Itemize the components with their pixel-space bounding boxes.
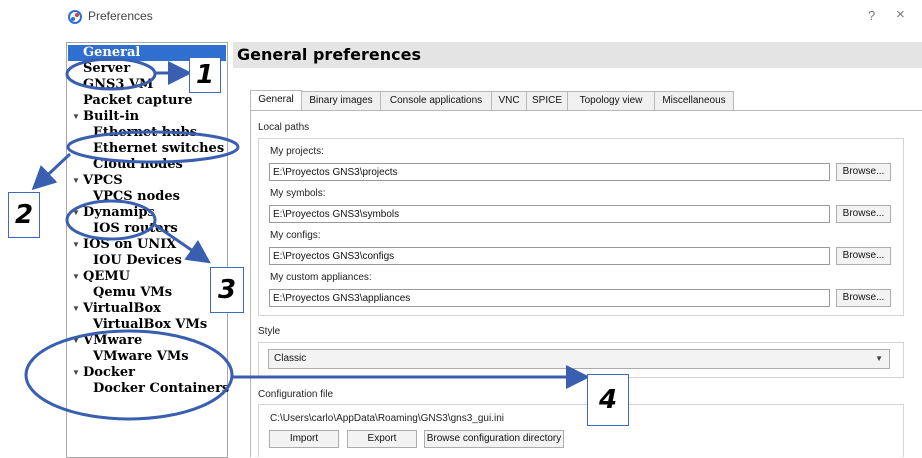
sidebar-item-virtualbox[interactable]: VirtualBox	[83, 301, 161, 317]
tab-general[interactable]: General	[250, 90, 302, 110]
tab-binary-images[interactable]: Binary images	[301, 91, 381, 110]
sidebar-item-gns3-vm[interactable]: GNS3 VM	[83, 77, 153, 93]
callout-4: 4	[587, 374, 629, 426]
sidebar-item-ethernet-hubs[interactable]: Ethernet hubs	[93, 125, 197, 141]
sidebar-item-ios-on-unix[interactable]: IOS on UNIX	[83, 237, 176, 253]
expand-triangle-icon[interactable]: ▼	[72, 301, 80, 317]
style-select-value: Classic	[274, 353, 307, 364]
browse-symbols-button[interactable]: Browse...	[836, 205, 891, 223]
browse-configuration-directory-button[interactable]: Browse configuration directory	[424, 430, 564, 448]
window-title: Preferences	[88, 9, 153, 23]
sidebar-item-docker[interactable]: Docker	[83, 365, 135, 381]
import-button[interactable]: Import	[269, 430, 339, 448]
my-custom-appliances-label: My custom appliances:	[270, 272, 372, 283]
title-bar: Preferences ? ×	[0, 0, 922, 34]
sidebar-item-iou-devices[interactable]: IOU Devices	[93, 253, 182, 269]
tab-spice[interactable]: SPICE	[526, 91, 568, 110]
my-projects-label: My projects:	[270, 146, 324, 157]
tab-console-applications[interactable]: Console applications	[380, 91, 492, 110]
sidebar-item-qemu[interactable]: QEMU	[83, 269, 130, 285]
callout-1: 1	[189, 57, 221, 93]
gns3-logo-icon	[68, 10, 82, 24]
sidebar-item-ethernet-switches[interactable]: Ethernet switches	[93, 141, 224, 157]
my-projects-input[interactable]: E:\Proyectos GNS3\projects	[269, 163, 830, 181]
my-symbols-label: My symbols:	[270, 188, 326, 199]
callout-3: 3	[210, 267, 244, 313]
expand-triangle-icon[interactable]: ▼	[72, 205, 80, 221]
sidebar-item-built-in[interactable]: Built-in	[83, 109, 139, 125]
my-configs-label: My configs:	[270, 230, 321, 241]
preferences-sidebar: General Server GNS3 VM Packet capture ▼ …	[66, 42, 229, 458]
my-configs-input[interactable]: E:\Proyectos GNS3\configs	[269, 247, 830, 265]
expand-triangle-icon[interactable]: ▼	[72, 109, 80, 125]
expand-triangle-icon[interactable]: ▼	[72, 333, 80, 349]
style-label: Style	[258, 326, 281, 337]
export-button[interactable]: Export	[347, 430, 417, 448]
sidebar-item-docker-containers[interactable]: Docker Containers	[93, 381, 229, 397]
tab-miscellaneous[interactable]: Miscellaneous	[654, 91, 734, 110]
expand-triangle-icon[interactable]: ▼	[72, 173, 80, 189]
sidebar-item-vmware[interactable]: VMware	[83, 333, 142, 349]
sidebar-item-packet-capture[interactable]: Packet capture	[83, 93, 193, 109]
sidebar-item-virtualbox-vms[interactable]: VirtualBox VMs	[93, 317, 207, 333]
config-file-path: C:\Users\carlo\AppData\Roaming\GNS3\gns3…	[270, 413, 504, 424]
my-custom-appliances-input[interactable]: E:\Proyectos GNS3\appliances	[269, 289, 830, 307]
arrow-2	[31, 152, 72, 191]
sidebar-item-qemu-vms[interactable]: Qemu VMs	[93, 285, 172, 301]
sidebar-item-dynamips[interactable]: Dynamips	[83, 205, 155, 221]
sidebar-item-vmware-vms[interactable]: VMware VMs	[93, 349, 189, 365]
expand-triangle-icon[interactable]: ▼	[72, 269, 80, 285]
expand-triangle-icon[interactable]: ▼	[72, 365, 80, 381]
sidebar-item-vpcs-nodes[interactable]: VPCS nodes	[93, 189, 180, 205]
chevron-down-icon: ▼	[875, 354, 883, 363]
sidebar-item-server[interactable]: Server	[83, 61, 130, 77]
help-button[interactable]: ?	[868, 8, 875, 23]
configuration-file-label: Configuration file	[258, 389, 334, 400]
tab-vnc[interactable]: VNC	[491, 91, 527, 110]
local-paths-label: Local paths	[258, 122, 310, 133]
my-symbols-input[interactable]: E:\Proyectos GNS3\symbols	[269, 205, 830, 223]
sidebar-item-vpcs[interactable]: VPCS	[83, 173, 123, 189]
browse-configs-button[interactable]: Browse...	[836, 247, 891, 265]
sidebar-item-cloud-nodes[interactable]: Cloud nodes	[93, 157, 183, 173]
callout-2: 2	[8, 192, 40, 238]
close-button[interactable]: ×	[896, 6, 905, 23]
browse-projects-button[interactable]: Browse...	[836, 163, 891, 181]
expand-triangle-icon[interactable]: ▼	[72, 237, 80, 253]
page-header: General preferences	[233, 42, 922, 68]
page-title: General preferences	[237, 45, 421, 64]
browse-appliances-button[interactable]: Browse...	[836, 289, 891, 307]
sidebar-item-ios-routers[interactable]: IOS routers	[93, 221, 178, 237]
style-select[interactable]: Classic ▼	[268, 349, 890, 369]
tab-topology-view[interactable]: Topology view	[567, 91, 655, 110]
